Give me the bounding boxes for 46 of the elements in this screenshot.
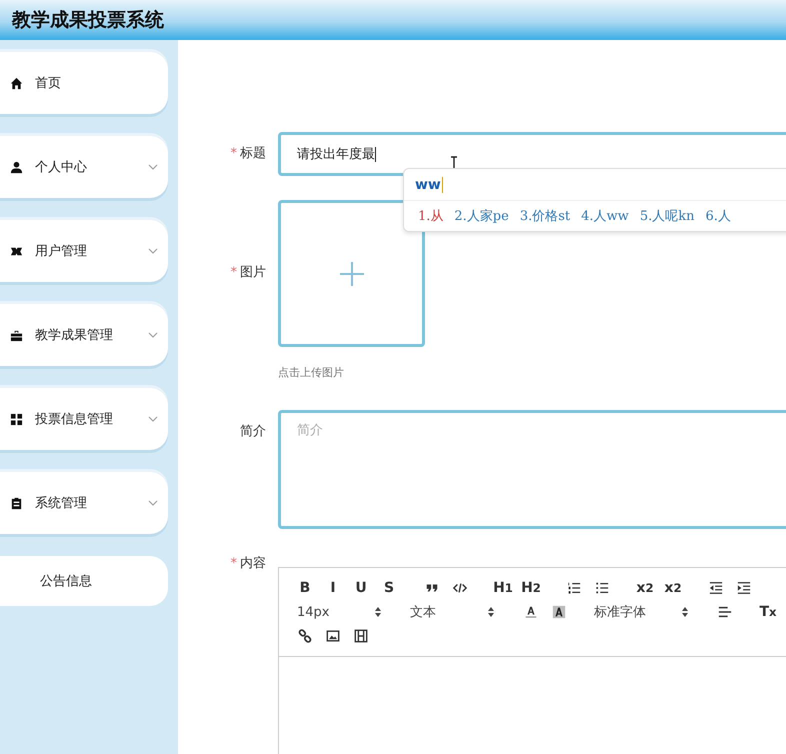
briefcase-icon [10, 328, 23, 342]
field-label: 内容 [240, 556, 266, 571]
ime-candidate[interactable]: 5.人呢kn [640, 207, 694, 225]
chevron-icon [148, 500, 158, 506]
field-label: 图片 [240, 265, 266, 280]
grid-icon [10, 412, 23, 426]
ime-candidate[interactable]: 2.人家pe [454, 207, 509, 225]
chevron-icon [148, 248, 158, 254]
up-down-arrows-icon [682, 607, 688, 617]
ime-candidate[interactable]: 4.人ww [581, 207, 629, 225]
toolbar-select[interactable]: 14px [291, 604, 389, 620]
chevron-icon [148, 416, 158, 422]
chevron-icon [148, 332, 158, 338]
menu-item[interactable]: 公告信息 [0, 556, 168, 606]
up-down-arrows-icon [488, 607, 494, 617]
menu-item[interactable]: 教学成果管理 [0, 304, 168, 366]
field-label: 简介 [240, 424, 266, 439]
ime-composition: ww [415, 176, 441, 192]
toolbar-button[interactable]: I [319, 576, 347, 600]
menu-item[interactable]: 系统管理 [0, 472, 168, 534]
text-area[interactable]: 简介 [278, 410, 786, 529]
menu-item[interactable]: 个人中心 [0, 136, 168, 198]
upload-hint: 点击上传图片 [278, 365, 345, 380]
required-mark: * [230, 556, 237, 571]
required-mark: * [230, 265, 237, 280]
plus-icon [338, 260, 364, 286]
user-icon [10, 160, 23, 174]
home-icon [10, 76, 23, 90]
toolbar-button[interactable]: B [291, 576, 319, 600]
app-title: 教学成果投票系统 [12, 8, 164, 33]
toolbar-button[interactable]: S [375, 576, 403, 600]
menu-item[interactable]: 用户管理 [0, 220, 168, 282]
clipboard-icon [10, 496, 23, 510]
toolbar-select[interactable]: 标准字体 [588, 603, 696, 621]
menu-item[interactable]: 投票信息管理 [0, 388, 168, 450]
ime-candidate[interactable]: 3.价格st [520, 207, 570, 225]
up-down-arrows-icon [375, 607, 381, 617]
required-mark: * [230, 146, 237, 161]
text-cursor-icon [450, 156, 458, 170]
ime-candidate[interactable]: 1.从 [418, 207, 444, 225]
menu-item[interactable]: 首页 [0, 52, 168, 114]
chevron-icon [148, 164, 158, 170]
toolbar-button[interactable]: U [347, 576, 375, 600]
toolbar-select[interactable]: 文本 [404, 603, 502, 621]
field-label: 标题 [240, 146, 266, 161]
ime-candidate[interactable]: 6.人 [705, 207, 731, 225]
